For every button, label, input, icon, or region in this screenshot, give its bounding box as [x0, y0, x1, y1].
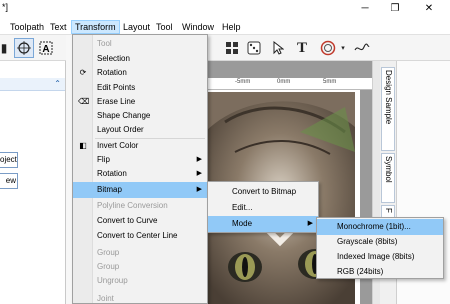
menu-item-bitmap[interactable]: Bitmap ▶ [73, 182, 207, 198]
tab-design-sample[interactable]: Design Sample [381, 67, 395, 151]
tab-symbol[interactable]: Symbol [381, 153, 395, 203]
menu-item-convert-to-curve[interactable]: Convert to Curve [73, 213, 207, 229]
tab-label: Symbol [384, 156, 393, 183]
transform-menu: Tool Selection ⟳ Rotation Edit Points ⌫ … [72, 34, 208, 304]
pen-icon[interactable] [352, 38, 372, 58]
menu-help[interactable]: Help [219, 20, 244, 34]
menu-transform[interactable]: Transform [71, 20, 120, 34]
view-button[interactable]: ew [0, 173, 18, 189]
menu-item-rgb[interactable]: RGB (24bits) [317, 264, 443, 280]
tab-label: Design Sample [384, 70, 393, 125]
collapse-icon[interactable]: ⌃ [54, 79, 61, 88]
window-title: *] [2, 2, 9, 12]
menu-item-edit[interactable]: Edit... [208, 200, 318, 216]
mode-submenu: Monochrome (1bit)... Grayscale (8bits) I… [316, 217, 444, 279]
ruler-label: 5mm [323, 79, 337, 85]
submenu-arrow-icon: ▶ [307, 220, 313, 227]
maximize-button[interactable]: ❐ [380, 0, 410, 18]
menu-item-mode[interactable]: Mode ▶ [208, 216, 318, 232]
menu-item-monochrome[interactable]: Monochrome (1bit)... [317, 219, 443, 235]
menu-tool[interactable]: Tool [153, 20, 176, 34]
menu-header-polyline-conversion: Polyline Conversion [97, 201, 168, 210]
menu-bar: Toolpath Text Transform Layout Tool Wind… [0, 18, 450, 35]
bitmap-submenu: Convert to Bitmap Edit... Mode ▶ [207, 181, 319, 233]
menu-item-rotation[interactable]: Rotation ▶ [73, 166, 207, 182]
circle-select-icon[interactable] [14, 38, 34, 58]
menu-item-grayscale[interactable]: Grayscale (8bits) [317, 234, 443, 250]
submenu-arrow-icon: ▶ [196, 170, 202, 177]
ruler-label: -5mm [235, 79, 251, 85]
grid-select-icon[interactable] [222, 38, 242, 58]
menu-toolpath[interactable]: Toolpath [7, 20, 47, 34]
panel-header: ⌃ [0, 78, 65, 91]
ruler: -5mm 0mm 5mm [205, 78, 372, 90]
text-tool-icon[interactable]: T [292, 38, 312, 58]
text-frame-icon[interactable]: A [36, 38, 56, 58]
menu-text[interactable]: Text [47, 20, 70, 34]
minimize-button[interactable]: ─ [350, 0, 380, 18]
title-bar: *] ─ ❐ ✕ [0, 0, 450, 18]
ruler-label: 0mm [277, 79, 291, 85]
menu-item-rotation-tool[interactable]: ⟳ Rotation [73, 65, 207, 81]
menu-item-layout-order[interactable]: Layout Order [73, 122, 207, 138]
menu-header-tool: Tool [97, 39, 112, 48]
submenu-arrow-icon: ▶ [196, 186, 202, 193]
target-icon[interactable] [318, 38, 338, 58]
menu-item-convert-to-bitmap[interactable]: Convert to Bitmap [208, 184, 318, 200]
svg-text:A: A [42, 44, 49, 55]
menu-item-ungroup[interactable]: Ungroup [73, 273, 207, 289]
pointer-icon[interactable] [268, 38, 288, 58]
toolbar-partial-icon[interactable]: ▮ [0, 38, 14, 58]
menu-header-joint: Joint [97, 294, 114, 303]
close-button[interactable]: ✕ [414, 0, 444, 18]
eraser-icon: ⌫ [78, 97, 90, 106]
tab-label: F [384, 208, 393, 213]
invert-color-icon: ◧ [79, 141, 87, 150]
left-panel: ⌃ oject ew [0, 61, 66, 304]
rotation-icon: ⟳ [79, 68, 87, 77]
dice-icon[interactable] [244, 38, 264, 58]
menu-item-convert-to-center-line[interactable]: Convert to Center Line [73, 228, 207, 244]
menu-item-indexed-image[interactable]: Indexed Image (8bits) [317, 249, 443, 265]
object-button[interactable]: oject [0, 152, 18, 168]
menu-layout[interactable]: Layout [120, 20, 153, 34]
chevron-down-icon[interactable]: ▾ [338, 38, 348, 58]
menu-window[interactable]: Window [179, 20, 217, 34]
